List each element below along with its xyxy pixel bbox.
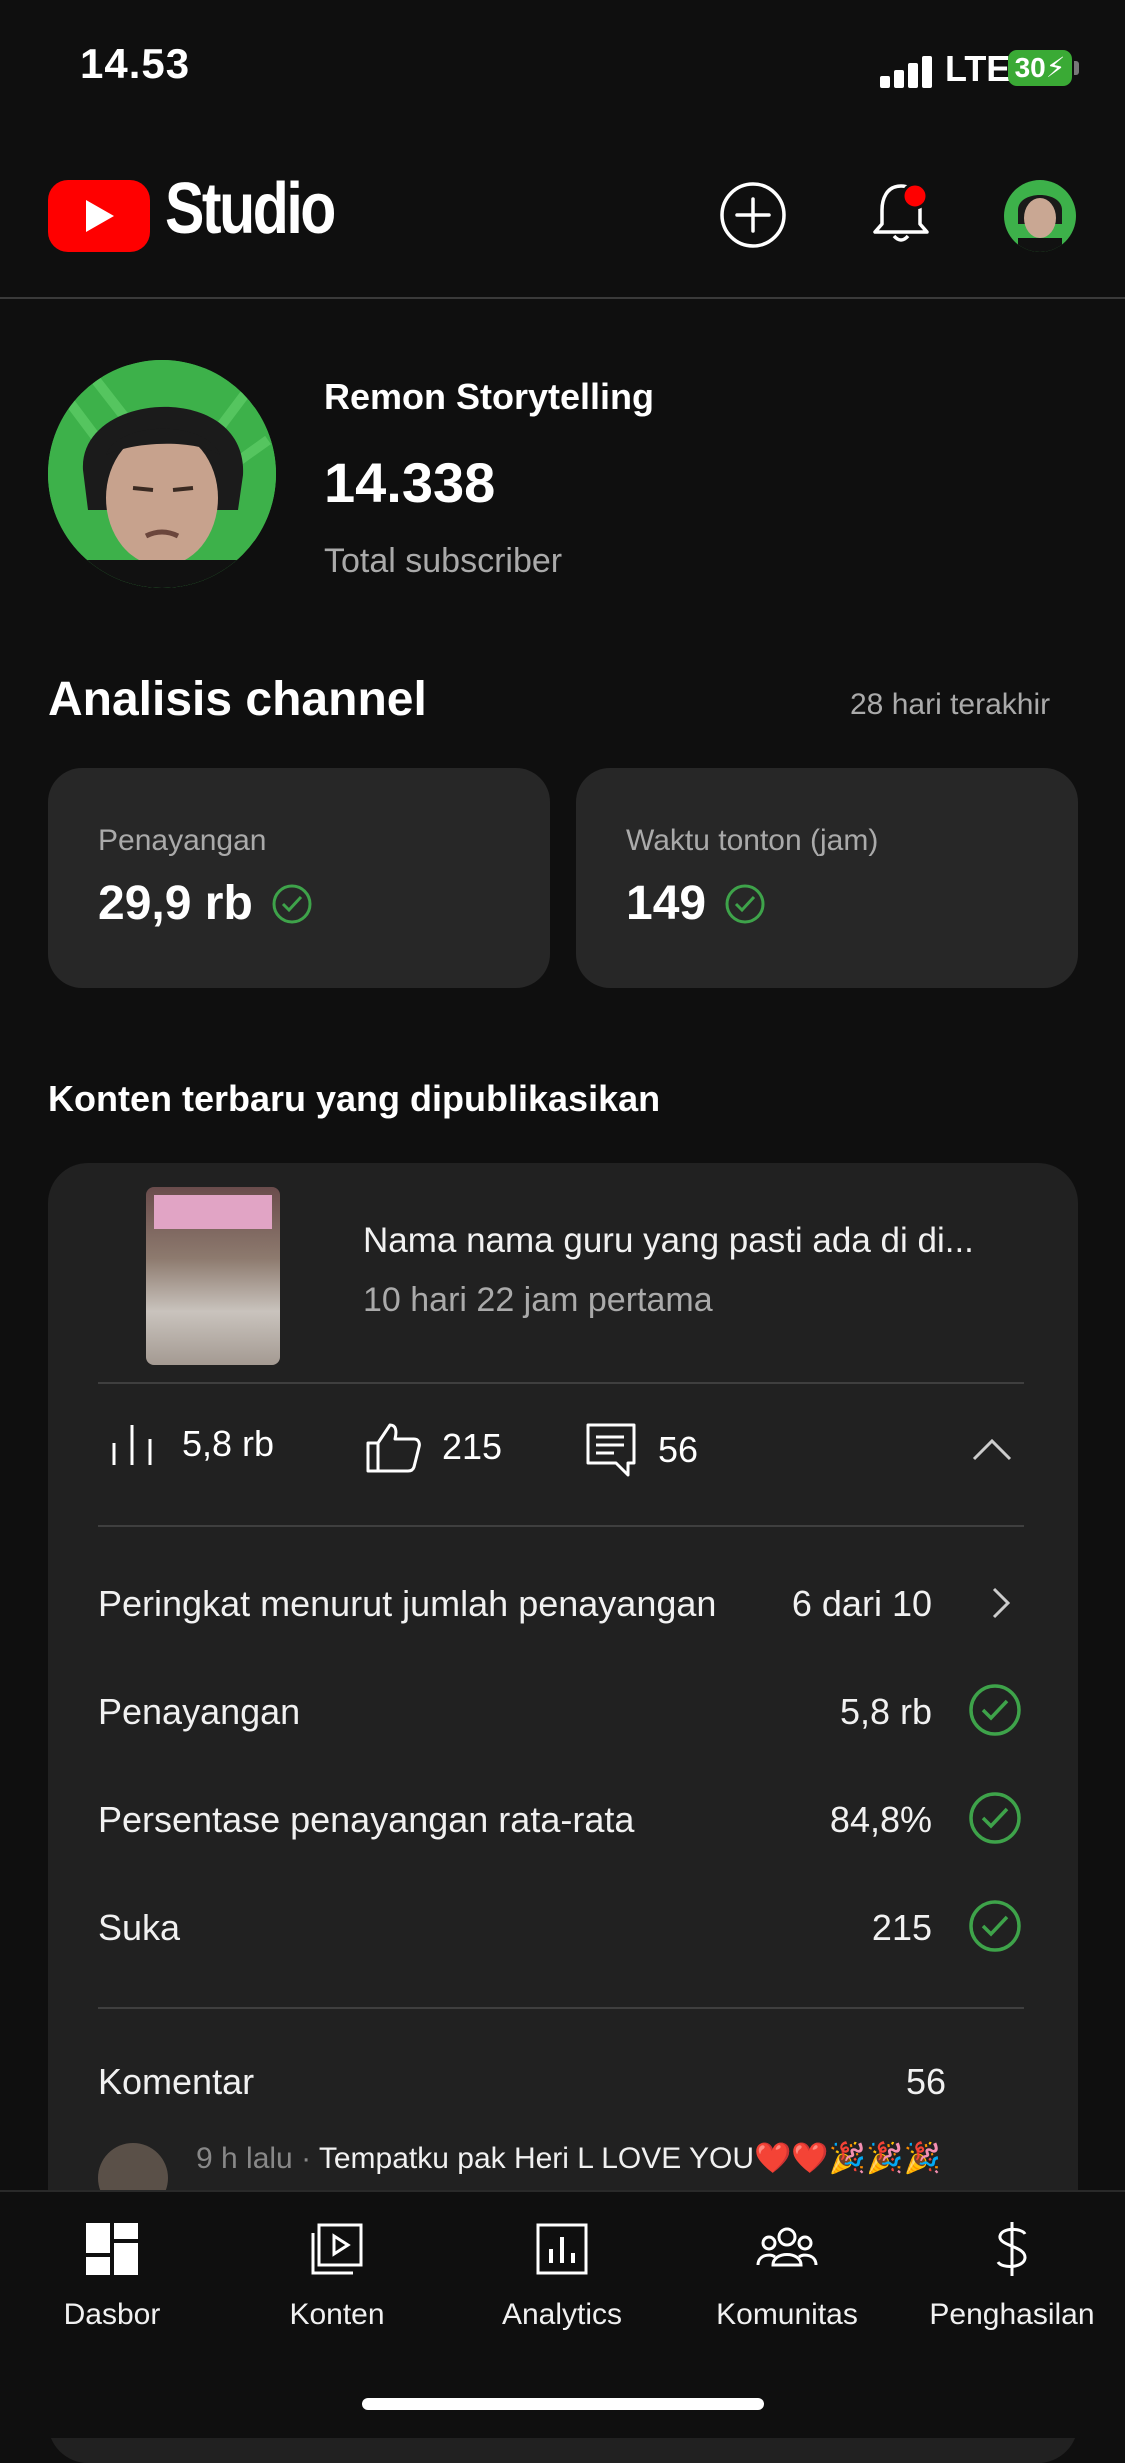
nav-penghasilan[interactable]: Penghasilan [912, 2214, 1112, 2332]
nav-analytics[interactable]: Analytics [462, 2214, 662, 2332]
thumbs-up-icon [366, 1423, 421, 1473]
avatar-face-icon [1018, 195, 1062, 252]
nav-dasbor[interactable]: Dasbor [12, 2214, 212, 2332]
comments-row-label: Komentar [98, 2061, 255, 2102]
home-indicator[interactable] [362, 2398, 764, 2410]
analytics-title: Analisis channel [48, 673, 427, 726]
comments-metric: 56 [584, 1421, 698, 1479]
likes-row-value: 215 [871, 1907, 932, 1948]
channel-avatar[interactable] [48, 360, 276, 588]
likes-metric-value: 215 [442, 1426, 503, 1467]
profile-avatar[interactable] [1004, 180, 1076, 252]
nav-komunitas[interactable]: Komunitas [687, 2214, 887, 2332]
views-metric: 5,8 rb [108, 1421, 274, 1467]
comments-metric-value: 56 [658, 1429, 699, 1470]
channel-photo [48, 360, 276, 588]
comments-row-value: 56 [905, 2061, 946, 2102]
likes-row: Suka 215 [98, 1897, 1024, 1957]
studio-brand: Studio [165, 169, 336, 249]
card-divider [98, 1525, 1024, 1527]
create-icon [720, 182, 786, 248]
thumbnail-banner [154, 1195, 272, 1229]
comment-text: Tempatku pak Heri L LOVE YOU❤️❤️🎉🎉🎉 [318, 2142, 941, 2175]
video-thumbnail[interactable] [146, 1187, 280, 1365]
create-button[interactable] [718, 180, 788, 255]
likes-row-label: Suka [98, 1907, 181, 1948]
views-row: Penayangan 5,8 rb [98, 1681, 1024, 1741]
avg-view-percentage-value: 84,8% [829, 1799, 932, 1840]
nav-komunitas-label: Komunitas [716, 2298, 858, 2331]
comments-row[interactable]: Komentar 56 [98, 2051, 1024, 2111]
check-circle-icon [968, 1791, 1022, 1854]
video-subtitle: 10 hari 22 jam pertama [363, 1281, 713, 1319]
nav-penghasilan-label: Penghasilan [929, 2298, 1095, 2331]
analytics-period: 28 hari terakhir [850, 688, 1051, 721]
nav-konten-label: Konten [289, 2298, 385, 2331]
nav-konten[interactable]: Konten [237, 2214, 437, 2332]
views-card-label: Penayangan [98, 824, 267, 857]
views-card[interactable]: Penayangan 29,9 rb [48, 768, 550, 988]
subscriber-label: Total subscriber [324, 542, 563, 580]
check-circle-icon [968, 1683, 1022, 1746]
network-label: LTE [945, 48, 1011, 89]
comment-time: 9 h lalu · [196, 2142, 319, 2175]
youtube-logo [48, 180, 150, 252]
status-time: 14.53 [80, 40, 191, 87]
channel-name: Remon Storytelling [324, 376, 655, 417]
ranking-label: Peringkat menurut jumlah penayangan [98, 1583, 717, 1624]
analytics-icon [462, 2214, 662, 2284]
signal-icon [880, 52, 936, 88]
notifications-button[interactable] [866, 178, 936, 253]
nav-analytics-label: Analytics [501, 2298, 623, 2331]
notification-bell-icon [873, 182, 929, 242]
avg-view-percentage-row: Persentase penayangan rata-rata 84,8% [98, 1789, 1024, 1849]
views-row-label: Penayangan [98, 1691, 301, 1732]
earn-icon [912, 2214, 1112, 2284]
nav-dasbor-label: Dasbor [63, 2298, 161, 2331]
views-bar-icon [112, 1425, 152, 1465]
content-icon [237, 2214, 437, 2284]
watch-time-card[interactable]: Waktu tonton (jam) 149 [576, 768, 1078, 988]
comment-icon [586, 1423, 636, 1477]
video-title[interactable]: Nama nama guru yang pasti ada di di... [363, 1221, 974, 1261]
latest-comment[interactable]: 9 h lalu · Tempatku pak Heri L LOVE YOU❤… [196, 2141, 941, 2176]
check-circle-icon [725, 884, 765, 923]
battery-nub [1074, 61, 1079, 75]
header-divider [0, 297, 1125, 299]
subscriber-count: 14.338 [324, 451, 496, 514]
battery-icon: 30⚡ [1008, 50, 1072, 86]
recent-content-title: Konten terbaru yang dipublikasikan [48, 1078, 661, 1119]
chevron-up-icon [972, 1438, 1012, 1461]
ranking-value: 6 dari 10 [791, 1583, 932, 1624]
avg-view-percentage-label: Persentase penayangan rata-rata [98, 1799, 635, 1840]
card-divider [98, 1382, 1024, 1384]
watch-time-card-label: Waktu tonton (jam) [626, 824, 879, 857]
check-circle-icon [968, 1899, 1022, 1962]
ranking-row[interactable]: Peringkat menurut jumlah penayangan 6 da… [98, 1573, 1024, 1633]
dashboard-icon [12, 2214, 212, 2284]
collapse-button[interactable] [970, 1435, 1014, 1468]
likes-metric: 215 [364, 1421, 502, 1473]
check-circle-icon [272, 884, 312, 923]
community-icon [687, 2214, 887, 2284]
chevron-right-icon [990, 1585, 1012, 1630]
card-divider [98, 2007, 1024, 2009]
views-metric-value: 5,8 rb [182, 1423, 275, 1464]
views-card-value: 29,9 rb [98, 877, 253, 930]
views-row-value: 5,8 rb [839, 1691, 932, 1732]
watch-time-card-value: 149 [626, 877, 707, 930]
